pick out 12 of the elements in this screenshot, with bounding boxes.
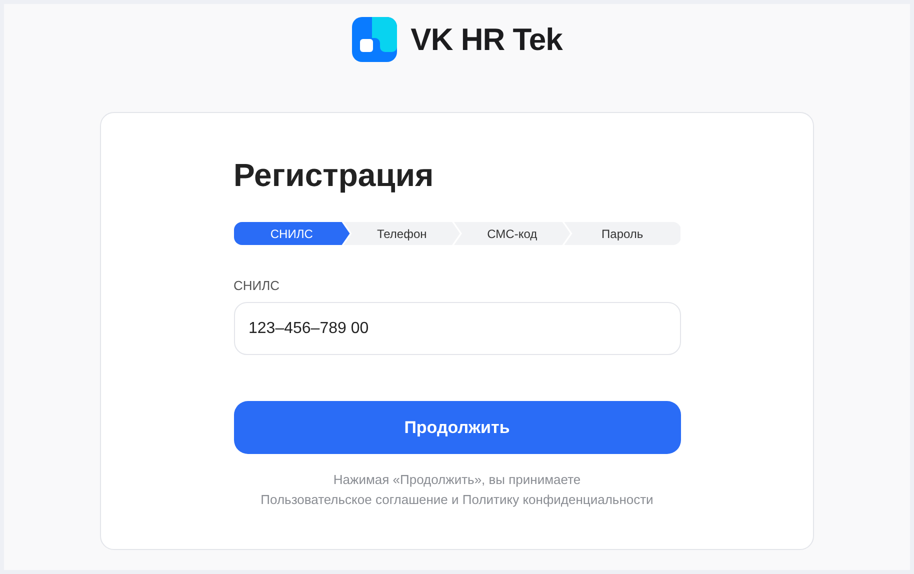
terms-notice: Пользовательское соглашение и Политику конфиденциальности (260, 491, 654, 509)
brand-name: VK HR Tek (410, 22, 562, 58)
step-tab[interactable]: Пароль (564, 222, 680, 245)
continue-button[interactable]: Продолжить (234, 401, 680, 454)
terms-notice: Нажимая «Продолжить», вы принимаете (333, 471, 581, 489)
step-tab[interactable]: СМС-код (454, 222, 570, 245)
step-tab[interactable]: Телефон (344, 222, 460, 245)
snils-field[interactable]: 123–456–789 00 (234, 302, 680, 355)
logo-icon (352, 17, 397, 62)
field-label: СНИЛС (234, 278, 281, 293)
step-tab[interactable]: СНИЛС (234, 222, 350, 245)
page-title: Регистрация (234, 156, 435, 195)
